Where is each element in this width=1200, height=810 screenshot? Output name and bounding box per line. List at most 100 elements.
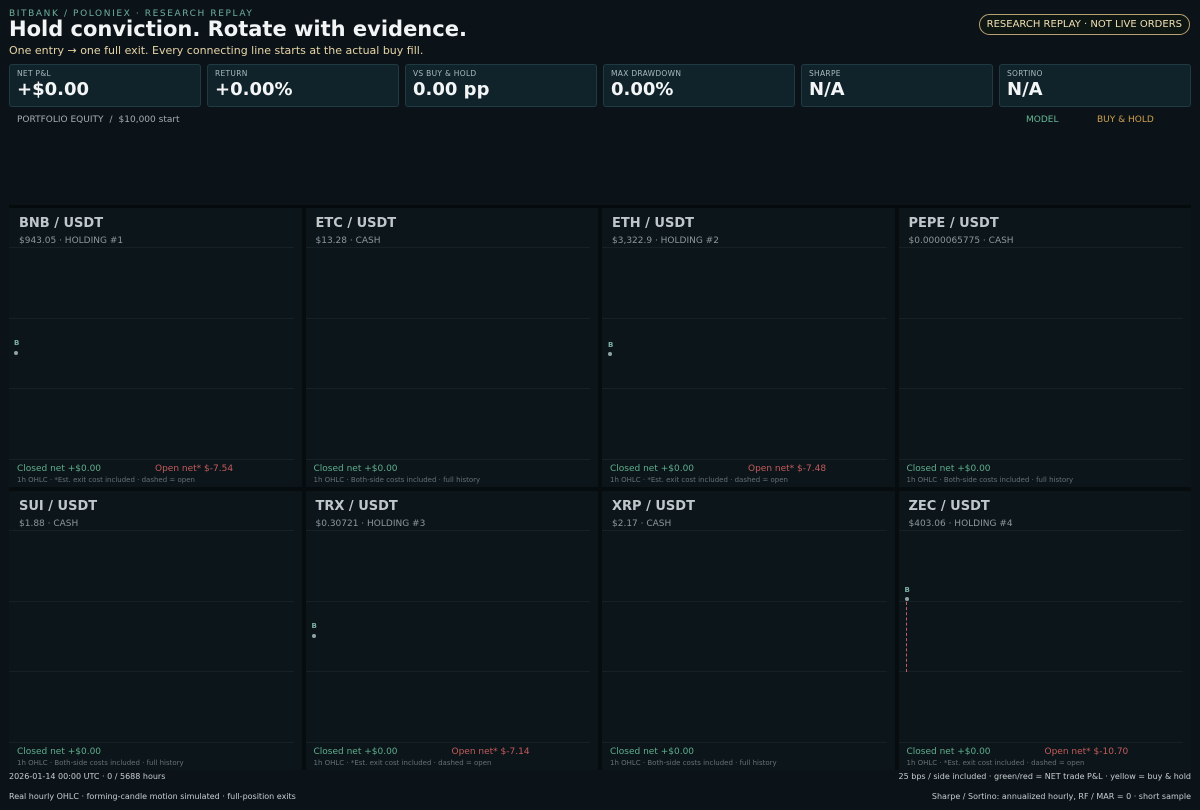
pair-title: TRX / USDT: [315, 499, 398, 514]
chart-gridline: [602, 742, 887, 743]
chart-gridline: [9, 601, 294, 602]
chart-gridline: [305, 742, 590, 743]
pair-title: SUI / USDT: [19, 499, 98, 514]
pair-meta: $0.30721 · HOLDING #3: [315, 519, 426, 529]
pair-panel-trx[interactable]: TRX / USDT $0.30721 · HOLDING #3 B Close…: [305, 491, 598, 770]
pair-title: PEPE / USDT: [908, 216, 999, 231]
metric-value: N/A: [809, 79, 845, 100]
pair-meta: $2.17 · CASH: [612, 519, 672, 529]
chart-gridline: [602, 601, 887, 602]
metric-value: 0.00 pp: [413, 79, 490, 100]
chart-gridline: [602, 671, 887, 672]
pair-title: ETC / USDT: [315, 216, 397, 231]
equity-separator: /: [109, 115, 113, 125]
panel-footnote: 1h OHLC · Both-side costs included · ful…: [906, 476, 1074, 484]
pair-panel-zec[interactable]: ZEC / USDT $403.06 · HOLDING #4 B Closed…: [898, 491, 1191, 770]
metric-label: MAX DRAWDOWN: [611, 69, 682, 78]
pair-title: ZEC / USDT: [908, 499, 990, 514]
pair-title: XRP / USDT: [612, 499, 695, 514]
buy-fill-dot[interactable]: [311, 634, 316, 638]
chart-gridline: [305, 459, 590, 460]
chart-gridline: [898, 671, 1183, 672]
chart-gridline: [602, 388, 887, 389]
panel-footnote: 1h OHLC · *Est. exit cost included · das…: [313, 759, 492, 767]
chart-gridline: [602, 530, 887, 531]
equity-start: $10,000 start: [118, 115, 180, 125]
chart-gridline: [898, 247, 1183, 248]
replay-progress: 2026-01-14 00:00 UTC · 0 / 5688 hours: [9, 772, 166, 781]
pair-meta: $13.28 · CASH: [315, 236, 381, 246]
metric-value: +$0.00: [17, 79, 90, 100]
pair-meta: $1.88 · CASH: [19, 519, 79, 529]
chart-gridline: [305, 671, 590, 672]
pair-panel-xrp[interactable]: XRP / USDT $2.17 · CASH Closed net +$0.0…: [602, 491, 895, 770]
chart-gridline: [305, 601, 590, 602]
chart-gridline: [898, 459, 1183, 460]
metrics-bar: NET P&L +$0.00 RETURN +0.00% VS BUY & HO…: [9, 64, 1191, 107]
closed-net: Closed net +$0.00: [610, 464, 695, 474]
panel-footnote: 1h OHLC · *Est. exit cost included · das…: [906, 759, 1085, 767]
pair-panel-pepe[interactable]: PEPE / USDT $0.0000065775 · CASH Closed …: [898, 208, 1191, 487]
open-position-line: [905, 602, 907, 672]
buy-marker-label: B: [311, 622, 317, 630]
chart-gridline: [9, 388, 294, 389]
pair-grid: BNB / USDT $943.05 · HOLDING #1 B Closed…: [9, 208, 1191, 770]
data-source-note: Real hourly OHLC · forming-candle motion…: [9, 792, 296, 801]
open-net: Open net* $-10.70: [1044, 747, 1129, 757]
pair-meta: $0.0000065775 · CASH: [908, 236, 1014, 246]
chart-gridline: [305, 318, 590, 319]
panel-footnote: 1h OHLC · *Est. exit cost included · das…: [610, 476, 788, 484]
buy-fill-dot[interactable]: [14, 351, 18, 355]
buy-marker-label: B: [14, 339, 20, 347]
replay-mode-badge: RESEARCH REPLAY · NOT LIVE ORDERS: [978, 14, 1190, 35]
chart-gridline: [9, 247, 294, 248]
metric-sharpe: SHARPE N/A: [801, 64, 993, 107]
chart-gridline: [9, 742, 294, 743]
closed-net: Closed net +$0.00: [313, 464, 398, 474]
closed-net: Closed net +$0.00: [906, 747, 991, 757]
metric-label: VS BUY & HOLD: [413, 69, 477, 78]
chart-gridline: [305, 530, 590, 531]
metric-value: N/A: [1007, 79, 1043, 100]
pair-panel-eth[interactable]: ETH / USDT $3,322.9 · HOLDING #2 B Close…: [602, 208, 895, 487]
closed-net: Closed net +$0.00: [906, 464, 991, 474]
open-net: Open net* $-7.48: [748, 464, 827, 474]
chart-gridline: [9, 530, 294, 531]
panel-footnote: 1h OHLC · Both-side costs included · ful…: [610, 759, 777, 767]
metric-value: +0.00%: [215, 79, 293, 100]
metric-vs-buy-hold: VS BUY & HOLD 0.00 pp: [405, 64, 597, 107]
chart-gridline: [9, 459, 294, 460]
chart-gridline: [305, 388, 590, 389]
buy-marker-label: B: [904, 586, 910, 594]
metric-net-pnl: NET P&L +$0.00: [9, 64, 201, 107]
ratio-note: Sharpe / Sortino: annualized hourly, RF …: [931, 792, 1191, 801]
pair-panel-sui[interactable]: SUI / USDT $1.88 · CASH Closed net +$0.0…: [9, 491, 302, 770]
buy-fill-dot[interactable]: [608, 352, 612, 356]
closed-net: Closed net +$0.00: [313, 747, 398, 757]
legend-model: MODEL: [1026, 115, 1059, 125]
chart-gridline: [9, 671, 294, 672]
pair-panel-bnb[interactable]: BNB / USDT $943.05 · HOLDING #1 B Closed…: [9, 208, 302, 487]
pair-meta: $943.05 · HOLDING #1: [19, 236, 124, 246]
chart-gridline: [898, 530, 1183, 531]
buy-fill-dot[interactable]: [904, 597, 909, 601]
metric-label: RETURN: [215, 69, 248, 78]
metric-label: SHARPE: [809, 69, 841, 78]
pair-meta: $403.06 · HOLDING #4: [908, 519, 1013, 529]
chart-gridline: [602, 459, 887, 460]
equity-title: PORTFOLIO EQUITY: [17, 115, 104, 125]
pair-panel-etc[interactable]: ETC / USDT $13.28 · CASH Closed net +$0.…: [305, 208, 598, 487]
pair-title: BNB / USDT: [19, 216, 104, 231]
closed-net: Closed net +$0.00: [610, 747, 695, 757]
metric-label: NET P&L: [17, 69, 51, 78]
open-net: Open net* $-7.54: [155, 464, 234, 474]
metric-value: 0.00%: [611, 79, 674, 100]
metric-return: RETURN +0.00%: [207, 64, 399, 107]
open-net: Open net* $-7.14: [451, 747, 530, 757]
closed-net: Closed net +$0.00: [17, 747, 102, 757]
legend-buy-hold: BUY & HOLD: [1097, 115, 1154, 125]
panel-footnote: 1h OHLC · Both-side costs included · ful…: [17, 759, 184, 767]
chart-gridline: [898, 318, 1183, 319]
chart-gridline: [9, 318, 294, 319]
metric-label: SORTINO: [1007, 69, 1043, 78]
